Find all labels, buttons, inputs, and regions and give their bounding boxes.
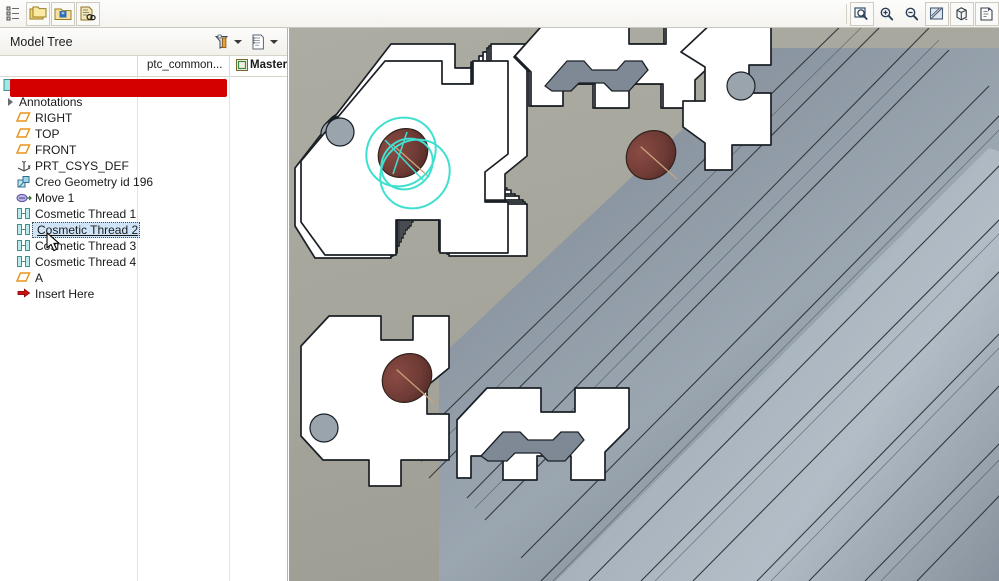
saved-orientations-icon[interactable] <box>975 2 999 26</box>
tree-node-label: Cosmetic Thread 4 <box>35 255 136 269</box>
cosmetic-thread-icon <box>16 255 32 269</box>
zoom-out-icon[interactable] <box>900 2 924 26</box>
tree-node-prt-csys-def[interactable]: PRT_CSYS_DEF <box>16 158 129 174</box>
model-tree-title: Model Tree <box>10 35 73 49</box>
application-window: * <box>0 0 999 581</box>
datum-plane-icon <box>16 127 32 141</box>
expand-triangle-icon[interactable] <box>8 98 13 106</box>
tree-node-label: RIGHT <box>35 111 72 125</box>
tree-node-cosmetic-thread-1[interactable]: Cosmetic Thread 1 <box>16 206 136 222</box>
tree-column-guide-2 <box>229 76 230 581</box>
tree-node-label: TOP <box>35 127 59 141</box>
tree-column-guide-1 <box>137 76 138 581</box>
cosmetic-thread-icon <box>16 239 32 253</box>
graphics-viewport[interactable] <box>289 28 999 581</box>
model-render[interactable] <box>289 28 999 581</box>
tree-node-move-1[interactable]: Move 1 <box>16 190 74 206</box>
copy-folder-icon[interactable] <box>26 2 50 26</box>
tree-node-cosmetic-thread-2[interactable]: Cosmetic Thread 2 <box>16 222 140 238</box>
toolbar-divider <box>846 4 847 24</box>
datum-plane-icon <box>16 143 32 157</box>
tree-node-label: Cosmetic Thread 1 <box>35 207 136 221</box>
model-tree-column-header: ptc_common... Master <box>0 56 287 77</box>
coordinate-system-icon <box>16 159 32 173</box>
geometry-icon <box>16 175 32 189</box>
tree-node-label: PRT_CSYS_DEF <box>35 159 129 173</box>
corner-bottom-left <box>301 316 449 486</box>
find-file-icon[interactable] <box>76 2 100 26</box>
file-list-icon[interactable] <box>1 2 25 26</box>
bar-top <box>515 28 723 108</box>
tree-node-label: Creo Geometry id 196 <box>35 175 153 189</box>
model-tree-header: Model Tree <box>0 28 287 56</box>
datum-plane-icon <box>16 271 32 285</box>
tree-node-cosmetic-thread-3[interactable]: Cosmetic Thread 3 <box>16 238 136 254</box>
tree-node-label: Annotations <box>19 95 82 109</box>
model-tree-panel: Model Tree <box>0 28 288 581</box>
new-folder-icon[interactable]: * <box>51 2 75 26</box>
tree-filters-icon[interactable] <box>211 31 233 53</box>
tree-node-cosmetic-thread-4[interactable]: Cosmetic Thread 4 <box>16 254 136 270</box>
tree-node-label: Insert Here <box>35 287 94 301</box>
tree-node-label: Cosmetic Thread 3 <box>35 239 136 253</box>
tree-node-creo-geometry[interactable]: Creo Geometry id 196 <box>16 174 153 190</box>
tree-node-front[interactable]: FRONT <box>16 142 76 158</box>
tree-node-label: Cosmetic Thread 2 <box>37 223 138 237</box>
tree-node-label: FRONT <box>35 143 76 157</box>
cosmetic-thread-icon <box>16 223 32 237</box>
column-header-ptc-common[interactable]: ptc_common... <box>147 59 222 71</box>
tree-node-insert-here[interactable]: Insert Here <box>16 286 94 302</box>
datum-plane-icon <box>16 111 32 125</box>
svg-text:*: * <box>61 11 65 19</box>
toolbar-left-group: * <box>0 0 100 27</box>
tree-settings-chevron-down-icon[interactable] <box>270 40 278 44</box>
tree-node-a[interactable]: A <box>16 270 43 286</box>
column-divider-2[interactable] <box>229 56 230 76</box>
column-divider-1[interactable] <box>137 56 138 76</box>
move-icon <box>16 191 32 205</box>
column-header-master[interactable]: Master <box>250 59 287 71</box>
model-tree-body[interactable]: Annotations RIGHT TOP F <box>0 76 287 581</box>
tree-node-top[interactable]: TOP <box>16 126 59 142</box>
tree-node-selected-label[interactable]: Cosmetic Thread 2 <box>32 222 140 238</box>
tree-node-right[interactable]: RIGHT <box>16 110 72 126</box>
tree-node-root[interactable] <box>0 77 16 93</box>
refit-icon[interactable] <box>925 2 949 26</box>
model-tree-header-tools <box>211 28 283 55</box>
display-style-cube-icon[interactable] <box>950 2 974 26</box>
insert-here-icon <box>16 287 32 301</box>
zoom-in-icon[interactable] <box>875 2 899 26</box>
tree-node-label: A <box>35 271 43 285</box>
tree-filters-chevron-down-icon[interactable] <box>234 40 242 44</box>
master-rep-icon <box>236 59 248 74</box>
cosmetic-thread-icon <box>16 207 32 221</box>
toolbar-right-group <box>844 0 999 27</box>
tree-node-label: Move 1 <box>35 191 74 205</box>
top-toolbar: * <box>0 0 999 28</box>
tree-settings-icon[interactable] <box>247 31 269 53</box>
tree-node-annotations[interactable]: Annotations <box>4 94 82 110</box>
zoom-area-icon[interactable] <box>850 2 874 26</box>
